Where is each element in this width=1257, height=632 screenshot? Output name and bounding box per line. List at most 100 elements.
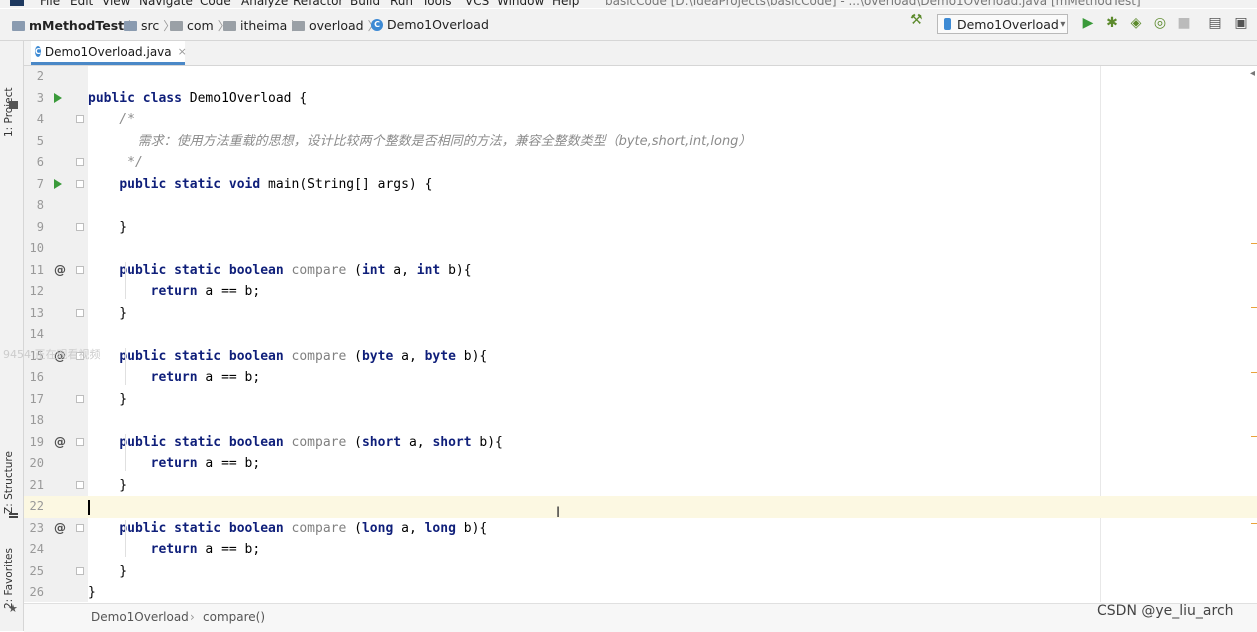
fold-marker-icon[interactable]: [76, 480, 84, 489]
fold-marker-icon[interactable]: [76, 394, 84, 403]
code-breadcrumb-class[interactable]: Demo1Overload: [91, 610, 189, 624]
code-line[interactable]: 18: [24, 410, 1257, 432]
code-text[interactable]: public static boolean compare (int a, in…: [88, 260, 471, 282]
code-text[interactable]: return a == b;: [88, 453, 261, 475]
line-number[interactable]: 10: [24, 238, 44, 260]
run-gutter-icon[interactable]: [54, 178, 62, 189]
fold-marker-icon[interactable]: [76, 158, 84, 166]
fold-marker-icon[interactable]: [76, 222, 84, 231]
line-number[interactable]: 23: [24, 518, 44, 540]
line-number[interactable]: 7: [24, 174, 44, 196]
code-text[interactable]: public class Demo1Overload {: [88, 88, 307, 110]
tool-window-project[interactable]: 1: Project: [3, 88, 15, 137]
code-text[interactable]: }: [88, 389, 127, 411]
breadcrumb-class[interactable]: C Demo1Overload: [371, 17, 489, 32]
menu-tools[interactable]: Tools: [422, 0, 452, 8]
line-number[interactable]: 16: [24, 367, 44, 389]
line-number[interactable]: 4: [24, 109, 44, 131]
code-text[interactable]: }: [88, 475, 127, 497]
code-text[interactable]: return a == b;: [88, 281, 261, 303]
line-number[interactable]: 14: [24, 324, 44, 346]
code-text[interactable]: */: [88, 152, 143, 174]
run-icon[interactable]: ▶: [1080, 16, 1096, 30]
line-number[interactable]: 3: [24, 88, 44, 110]
code-line[interactable]: 19 @ public static boolean compare (short…: [24, 432, 1257, 454]
menu-code[interactable]: Code: [200, 0, 231, 8]
code-line[interactable]: 13 }: [24, 303, 1257, 325]
line-number[interactable]: 22: [24, 496, 44, 518]
code-line[interactable]: 15 @ public static boolean compare (byte …: [24, 346, 1257, 368]
code-line[interactable]: 16 return a == b;: [24, 367, 1257, 389]
code-text[interactable]: public static boolean compare (long a, l…: [88, 518, 487, 540]
code-line[interactable]: 8: [24, 195, 1257, 217]
profile-icon[interactable]: ◎: [1152, 16, 1168, 30]
code-line[interactable]: 22: [24, 496, 1257, 518]
code-text[interactable]: public static void main(String[] args) {: [88, 174, 432, 196]
fold-marker-icon[interactable]: [76, 179, 84, 188]
scroll-up-icon[interactable]: ◂: [1250, 68, 1255, 79]
menu-window[interactable]: Window: [497, 0, 544, 8]
code-text[interactable]: return a == b;: [88, 367, 261, 389]
menu-build[interactable]: Build: [350, 0, 380, 8]
code-line[interactable]: 17 }: [24, 389, 1257, 411]
menu-edit[interactable]: Edit: [70, 0, 93, 8]
code-line[interactable]: 21 }: [24, 475, 1257, 497]
line-number[interactable]: 18: [24, 410, 44, 432]
line-number[interactable]: 21: [24, 475, 44, 497]
build-hammer-icon[interactable]: ⚒: [910, 13, 924, 27]
code-line[interactable]: 12 return a == b;: [24, 281, 1257, 303]
overload-marker-icon[interactable]: @: [54, 522, 66, 534]
code-text[interactable]: public static boolean compare (byte a, b…: [88, 346, 487, 368]
menu-vcs[interactable]: VCS: [465, 0, 489, 8]
fold-marker-icon[interactable]: [76, 308, 84, 317]
code-line[interactable]: 14: [24, 324, 1257, 346]
overload-marker-icon[interactable]: @: [54, 264, 66, 276]
code-line[interactable]: 5 需求：使用方法重载的思想，设计比较两个整数是否相同的方法，兼容全整数类型（b…: [24, 131, 1257, 153]
code-line[interactable]: 11 @ public static boolean compare (int a…: [24, 260, 1257, 282]
code-text[interactable]: /*: [88, 109, 135, 131]
code-text[interactable]: 需求：使用方法重载的思想，设计比较两个整数是否相同的方法，兼容全整数类型（byt…: [88, 131, 752, 153]
code-text[interactable]: }: [88, 561, 127, 583]
line-number[interactable]: 8: [24, 195, 44, 217]
code-text[interactable]: }: [88, 217, 127, 239]
line-number[interactable]: 17: [24, 389, 44, 411]
code-line[interactable]: 2: [24, 66, 1257, 88]
code-line[interactable]: 10: [24, 238, 1257, 260]
code-line[interactable]: 3 public class Demo1Overload {: [24, 88, 1257, 110]
code-line[interactable]: 25 }: [24, 561, 1257, 583]
run-gutter-icon[interactable]: [54, 92, 62, 103]
fold-marker-icon[interactable]: [76, 566, 84, 575]
line-number[interactable]: 11: [24, 260, 44, 282]
coverage-icon[interactable]: ◈: [1128, 16, 1144, 30]
code-line[interactable]: 6 */: [24, 152, 1257, 174]
tab-demo1overload[interactable]: C Demo1Overload.java ×: [31, 41, 187, 65]
line-number[interactable]: 26: [24, 582, 44, 602]
menu-run[interactable]: Run: [390, 0, 413, 8]
code-line[interactable]: 24 return a == b;: [24, 539, 1257, 561]
error-stripe-marker[interactable]: [1251, 523, 1257, 524]
overload-marker-icon[interactable]: @: [54, 436, 66, 448]
line-number[interactable]: 24: [24, 539, 44, 561]
code-line[interactable]: 20 return a == b;: [24, 453, 1257, 475]
menu-navigate[interactable]: Navigate: [139, 0, 193, 8]
menu-file[interactable]: File: [40, 0, 60, 8]
code-text[interactable]: public static boolean compare (short a, …: [88, 432, 503, 454]
close-icon[interactable]: ×: [178, 45, 187, 58]
code-line[interactable]: 7 public static void main(String[] args)…: [24, 174, 1257, 196]
menu-help[interactable]: Help: [552, 0, 579, 8]
fold-marker-icon[interactable]: [76, 115, 84, 123]
error-stripe-marker[interactable]: [1251, 307, 1257, 308]
code-line[interactable]: 4 /*: [24, 109, 1257, 131]
layout-icon[interactable]: ▣: [1233, 16, 1249, 30]
line-number[interactable]: 12: [24, 281, 44, 303]
line-number[interactable]: 13: [24, 303, 44, 325]
line-number[interactable]: 5: [24, 131, 44, 153]
line-number[interactable]: 20: [24, 453, 44, 475]
error-stripe-marker[interactable]: [1251, 372, 1257, 373]
stop-icon[interactable]: ■: [1176, 16, 1192, 30]
code-text[interactable]: }: [88, 303, 127, 325]
menu-view[interactable]: View: [102, 0, 130, 8]
line-number[interactable]: 9: [24, 217, 44, 239]
fold-marker-icon[interactable]: [76, 437, 84, 446]
line-number[interactable]: 2: [24, 66, 44, 88]
